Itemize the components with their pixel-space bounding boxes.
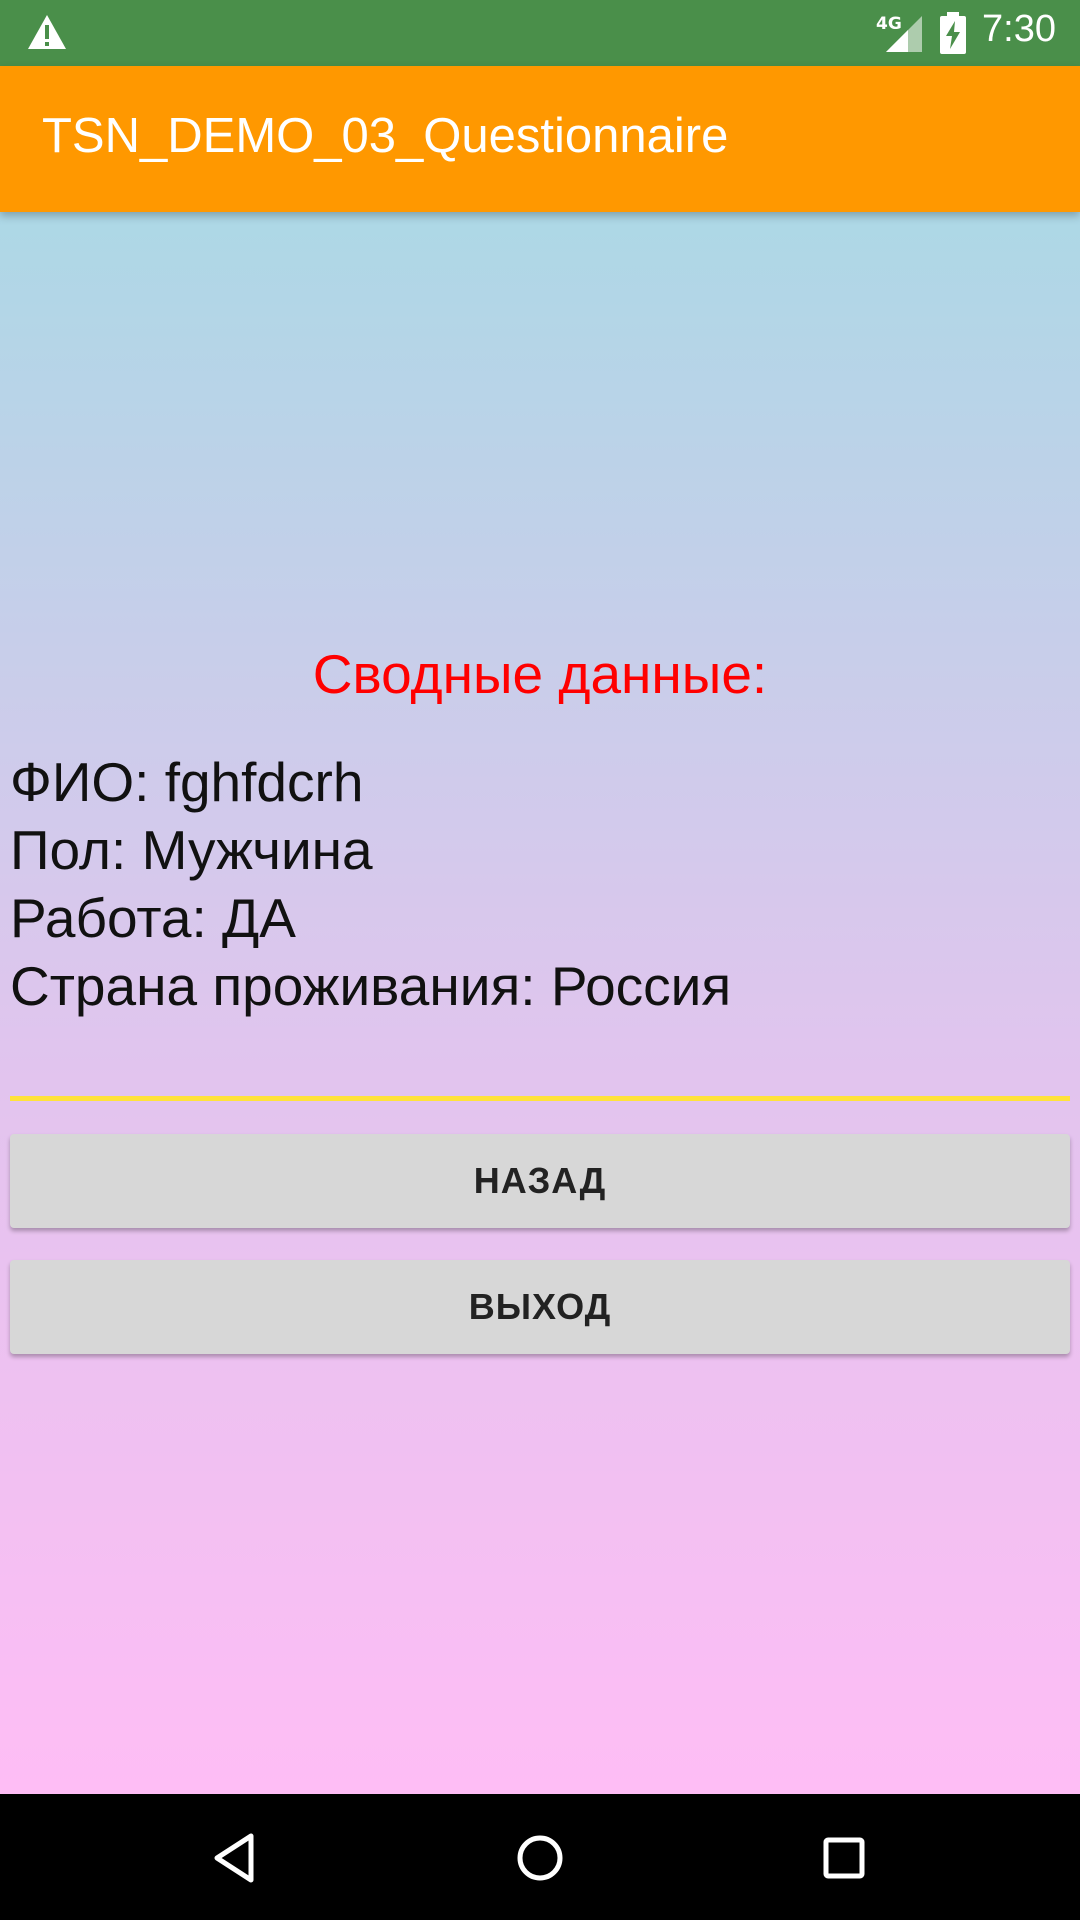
signal-icon [886,16,922,52]
full-name-line: ФИО: fghfdcrh [10,751,364,813]
exit-button[interactable]: ВЫХОД [10,1260,1070,1354]
content-area: Сводные данные: ФИО: fghfdcrh Пол: Мужчи… [0,212,1080,1794]
warning-icon [28,15,66,49]
status-time: 7:30 [982,8,1056,50]
divider [10,1096,1070,1101]
back-button[interactable]: НАЗАД [10,1134,1070,1228]
back-icon[interactable] [207,1828,267,1888]
summary-title: Сводные данные: [312,643,768,705]
app-bar: TSN_DEMO_03_Questionnaire [0,66,1080,212]
status-bar: 4G 7:30 [0,0,1080,66]
battery-charging-icon [940,12,966,54]
summary-info: ФИО: fghfdcrh Пол: Мужчина Работа: ДА Ст… [10,748,731,1020]
home-icon[interactable] [510,1828,570,1888]
app-title: TSN_DEMO_03_Questionnaire [42,109,729,163]
navigation-bar [0,1794,1080,1920]
country-line: Страна проживания: Россия [10,955,732,1017]
recent-apps-icon[interactable] [814,1828,874,1888]
gender-line: Пол: Мужчина [10,819,373,881]
work-line: Работа: ДА [10,887,296,949]
